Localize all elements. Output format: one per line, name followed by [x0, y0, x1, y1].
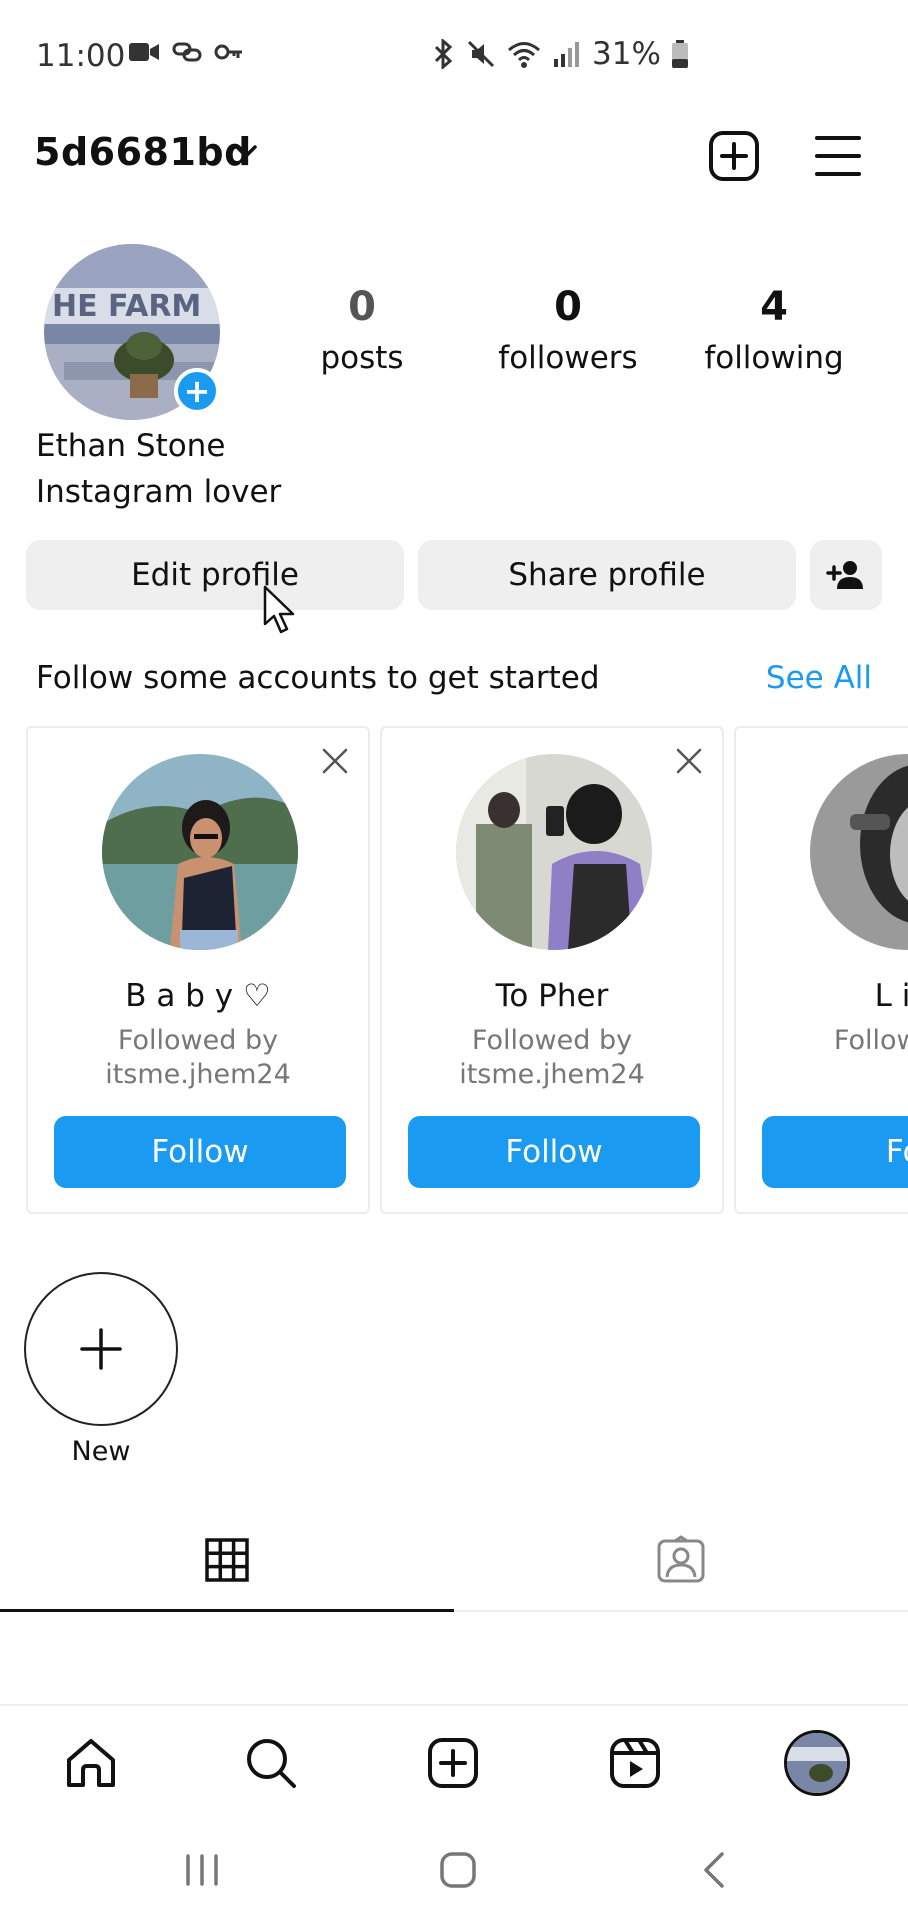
- status-left-icons: [128, 40, 244, 64]
- see-all-link[interactable]: See All: [766, 660, 872, 696]
- follow-button[interactable]: Follow: [408, 1116, 700, 1188]
- recents-icon: [186, 1854, 218, 1886]
- profile-header: 5d6681bd: [0, 120, 908, 190]
- svg-text:HE FARM: HE FARM: [52, 289, 201, 324]
- wifi-icon: [508, 42, 540, 68]
- suggestion-name[interactable]: B a b y ♡: [28, 978, 368, 1014]
- hamburger-menu-icon[interactable]: [814, 134, 862, 178]
- profile-avatar-small: [784, 1730, 850, 1796]
- suggestion-name[interactable]: To Pher: [382, 978, 722, 1014]
- posts-label: posts: [320, 340, 404, 376]
- following-label: following: [704, 340, 844, 376]
- nav-home[interactable]: [56, 1728, 126, 1798]
- tagged-person-icon: [657, 1535, 705, 1583]
- create-post-icon[interactable]: [708, 130, 760, 182]
- status-right: 31%: [430, 36, 689, 72]
- mute-icon: [467, 40, 495, 68]
- suggestion-photo: [102, 754, 298, 950]
- followed-by-user: itsme.jhem24: [105, 1059, 291, 1090]
- nav-search[interactable]: [236, 1728, 306, 1798]
- nav-profile[interactable]: [782, 1728, 852, 1798]
- following-count: 4: [760, 284, 788, 330]
- suggestion-name[interactable]: L i L: [736, 978, 908, 1014]
- nav-create[interactable]: [418, 1728, 488, 1798]
- bluetooth-icon: [434, 39, 453, 69]
- tab-tagged[interactable]: [454, 1510, 908, 1612]
- display-name: Ethan Stone: [36, 428, 226, 464]
- avatar-photo-small: [787, 1733, 847, 1793]
- suggestion-card[interactable]: To Pher Followed by itsme.jhem24 Follow: [380, 726, 724, 1214]
- tab-posts-grid[interactable]: [0, 1510, 454, 1612]
- mouse-cursor-icon: [263, 585, 295, 634]
- add-person-icon: [826, 561, 863, 589]
- video-camera-icon: [129, 43, 159, 61]
- add-story-plus-icon[interactable]: +: [174, 368, 220, 414]
- suggestion-photo: [810, 754, 908, 950]
- bottom-nav-divider: [0, 1704, 908, 1706]
- followed-by-user: itsme.jhem24: [459, 1059, 645, 1090]
- suggestion-reason: Followed by itsme.jhem24: [382, 1024, 722, 1092]
- followed-by-label: Followed by: [117, 1025, 279, 1056]
- status-bar: 11:00 31%: [0, 0, 908, 110]
- battery-icon: [671, 40, 688, 68]
- signal-icon: [554, 42, 579, 67]
- new-highlight-button[interactable]: [24, 1272, 178, 1426]
- suggestions-carousel[interactable]: B a b y ♡ Followed by itsme.jhem24 Follo…: [0, 726, 908, 1214]
- back-icon: [704, 1852, 724, 1888]
- grid-icon: [205, 1537, 249, 1582]
- stat-following[interactable]: 4 following: [684, 284, 864, 376]
- suggestion-avatar[interactable]: [102, 754, 298, 950]
- suggestion-card[interactable]: B a b y ♡ Followed by itsme.jhem24 Follo…: [26, 726, 370, 1214]
- close-icon[interactable]: [674, 746, 704, 776]
- profile-avatar[interactable]: HE FARM +: [44, 244, 220, 420]
- stat-posts[interactable]: 0 posts: [272, 284, 452, 376]
- share-profile-button[interactable]: Share profile: [418, 540, 796, 610]
- bio: Instagram lover: [36, 474, 282, 510]
- suggestion-card[interactable]: L i L Followed b Fol: [734, 726, 908, 1214]
- close-icon[interactable]: [320, 746, 350, 776]
- posts-count: 0: [348, 284, 376, 330]
- discover-people-button[interactable]: [810, 540, 882, 610]
- home-icon: [67, 1739, 115, 1787]
- system-recents-button[interactable]: [172, 1840, 232, 1900]
- key-icon: [214, 44, 242, 60]
- system-back-button[interactable]: [684, 1840, 744, 1900]
- home-outline-icon: [440, 1852, 476, 1888]
- system-home-button[interactable]: [428, 1840, 488, 1900]
- stat-followers[interactable]: 0 followers: [478, 284, 658, 376]
- status-time: 11:00: [36, 38, 126, 74]
- chevron-down-icon[interactable]: [232, 138, 260, 166]
- suggestion-photo: [456, 754, 652, 950]
- followers-count: 0: [554, 284, 582, 330]
- followed-by-label: Followed by: [471, 1025, 633, 1056]
- follow-button[interactable]: Follow: [54, 1116, 346, 1188]
- search-icon: [247, 1739, 296, 1788]
- suggestion-avatar[interactable]: [456, 754, 652, 950]
- battery-percent: 31%: [592, 36, 661, 72]
- plus-icon: [80, 1328, 122, 1370]
- follow-button[interactable]: Fol: [762, 1116, 908, 1188]
- suggestion-reason: Followed by itsme.jhem24: [28, 1024, 368, 1092]
- username[interactable]: 5d6681bd: [34, 130, 252, 174]
- link-icon: [172, 42, 202, 62]
- create-icon: [428, 1738, 478, 1788]
- followers-label: followers: [498, 340, 638, 376]
- suggestion-avatar[interactable]: [810, 754, 908, 950]
- reels-icon: [610, 1738, 660, 1788]
- new-highlight-label: New: [71, 1436, 131, 1467]
- followed-by-label: Followed b: [833, 1025, 908, 1056]
- edit-profile-button[interactable]: Edit profile: [26, 540, 404, 610]
- nav-reels[interactable]: [600, 1728, 670, 1798]
- suggestion-reason: Followed b: [736, 1024, 908, 1058]
- suggestions-title: Follow some accounts to get started: [36, 660, 600, 696]
